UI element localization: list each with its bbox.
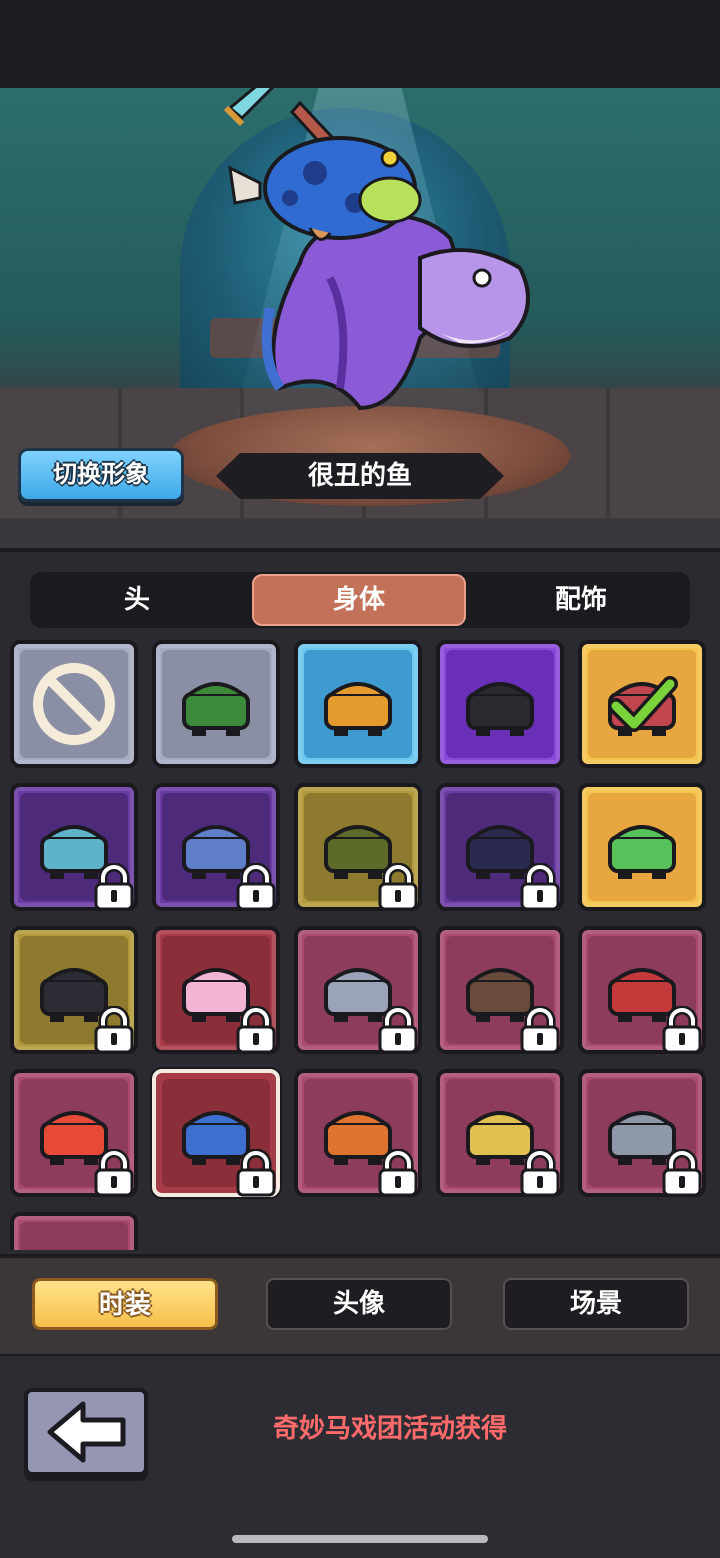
outfit-tile[interactable] <box>578 640 706 768</box>
outfit-tile[interactable] <box>578 1069 706 1197</box>
outfit-tile[interactable] <box>578 926 706 1054</box>
outfit-tile[interactable] <box>152 926 280 1054</box>
tab-scene[interactable]: 场景 <box>503 1278 689 1330</box>
outfit-tile[interactable] <box>294 1069 422 1197</box>
outfit-tile[interactable] <box>10 926 138 1054</box>
tab-fashion[interactable]: 时装 <box>32 1278 218 1330</box>
obtain-hint-text: 奇妙马戏团活动获得 <box>272 1414 507 1444</box>
outfit-tile[interactable] <box>578 783 706 911</box>
outfit-tile[interactable] <box>436 640 564 768</box>
lock-icon <box>234 1148 278 1197</box>
green-scarf-outfit-icon <box>182 682 250 736</box>
lock-icon <box>660 1005 704 1054</box>
outfit-tile[interactable] <box>10 1212 138 1250</box>
outfit-tile[interactable] <box>436 783 564 911</box>
lock-icon <box>518 1005 562 1054</box>
lock-icon <box>376 862 420 911</box>
home-indicator[interactable] <box>232 1535 488 1543</box>
lock-icon <box>376 1005 420 1054</box>
tab-avatar[interactable]: 头像 <box>266 1278 452 1330</box>
back-arrow-icon <box>47 1401 126 1463</box>
switch-appearance-button[interactable]: 切换形象 <box>18 448 184 502</box>
lock-icon <box>376 1148 420 1197</box>
character-model[interactable] <box>220 88 550 428</box>
tab-body[interactable]: 身体 <box>252 574 466 626</box>
none-icon <box>33 663 115 745</box>
lock-icon <box>92 1005 136 1054</box>
lock-icon <box>518 1148 562 1197</box>
orange-scarf-outfit-icon <box>324 682 392 736</box>
outfit-tile[interactable] <box>152 783 280 911</box>
section-divider <box>0 518 720 552</box>
category-tabs: 头 身体 配饰 <box>30 572 690 628</box>
back-button[interactable] <box>24 1388 148 1476</box>
outfit-tile[interactable] <box>152 640 280 768</box>
lock-icon <box>234 862 278 911</box>
tab-head[interactable]: 头 <box>30 572 244 628</box>
lock-icon <box>92 862 136 911</box>
outfit-tile[interactable] <box>10 783 138 911</box>
black-scarf-outfit-icon <box>466 682 534 736</box>
lock-icon <box>518 862 562 911</box>
outfit-tile[interactable] <box>294 640 422 768</box>
partial-item-icon <box>28 1230 120 1250</box>
outfit-tile[interactable] <box>10 640 138 768</box>
outfit-grid <box>10 640 710 1250</box>
tab-accessory[interactable]: 配饰 <box>474 572 688 628</box>
outfit-tile[interactable] <box>10 1069 138 1197</box>
outfit-tile[interactable] <box>436 1069 564 1197</box>
top-bar <box>0 0 720 88</box>
outfit-tile[interactable] <box>152 1069 280 1197</box>
outfit-tile[interactable] <box>294 926 422 1054</box>
lock-icon <box>234 1005 278 1054</box>
outfit-tile[interactable] <box>436 926 564 1054</box>
lock-icon <box>660 1148 704 1197</box>
bottom-tab-bar: 时装 头像 场景 <box>0 1254 720 1358</box>
frog-costume-icon <box>608 825 676 879</box>
lock-icon <box>92 1148 136 1197</box>
equipped-check-icon <box>608 676 678 732</box>
character-name-plate: 很丑的鱼 <box>216 453 504 499</box>
outfit-tile[interactable] <box>294 783 422 911</box>
